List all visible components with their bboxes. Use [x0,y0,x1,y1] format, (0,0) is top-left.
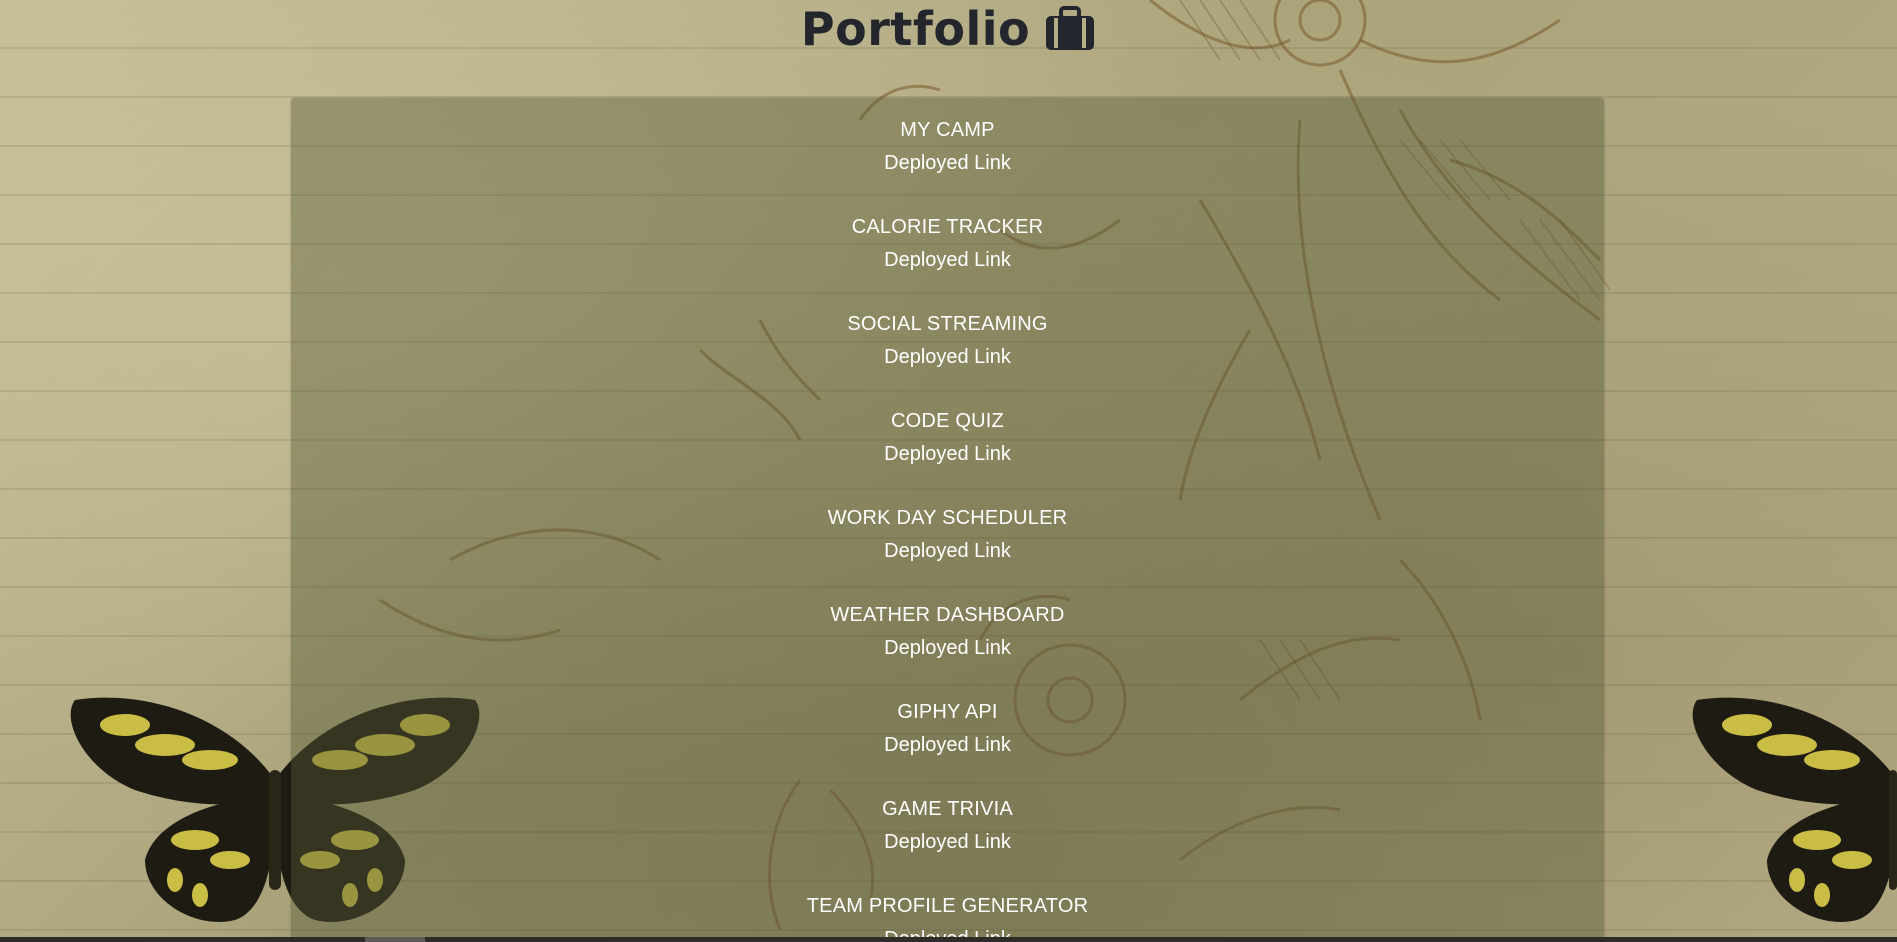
briefcase-icon [1046,6,1095,50]
project-title: CODE QUIZ [891,410,1004,432]
project-title: GAME TRIVIA [882,798,1013,820]
deployed-link[interactable]: Deployed Link [884,729,1011,762]
project-item: CODE QUIZ Deployed Link [291,405,1604,471]
deployed-link[interactable]: Deployed Link [884,535,1011,568]
scrollbar-thumb[interactable] [365,937,425,942]
page-title: Portfolio [801,2,1096,56]
project-item: WORK DAY SCHEDULER Deployed Link [291,502,1604,568]
deployed-link[interactable]: Deployed Link [884,244,1011,277]
deployed-link[interactable]: Deployed Link [884,147,1011,180]
project-item: SOCIAL STREAMING Deployed Link [291,308,1604,374]
project-item: GAME TRIVIA Deployed Link [291,793,1604,859]
project-item: TEAM PROFILE GENERATOR Deployed Link [291,890,1604,942]
project-item: MY CAMP Deployed Link [291,114,1604,180]
butterfly-right-image [1692,697,1897,922]
project-title: WEATHER DASHBOARD [830,604,1065,626]
project-title: WORK DAY SCHEDULER [827,507,1068,529]
project-title: GIPHY API [897,701,998,723]
page-title-text: Portfolio [800,2,1031,56]
project-title: CALORIE TRACKER [851,216,1044,238]
deployed-link[interactable]: Deployed Link [884,826,1011,859]
page-header: Portfolio [0,0,1897,64]
projects-panel: MY CAMP Deployed Link CALORIE TRACKER De… [291,98,1604,942]
project-title: MY CAMP [900,119,995,141]
project-title: SOCIAL STREAMING [847,313,1048,335]
project-item: WEATHER DASHBOARD Deployed Link [291,599,1604,665]
project-title: TEAM PROFILE GENERATOR [806,895,1089,917]
horizontal-scrollbar[interactable] [0,937,1897,942]
project-item: GIPHY API Deployed Link [291,696,1604,762]
deployed-link[interactable]: Deployed Link [884,632,1011,665]
project-item: CALORIE TRACKER Deployed Link [291,211,1604,277]
deployed-link[interactable]: Deployed Link [884,341,1011,374]
deployed-link[interactable]: Deployed Link [884,438,1011,471]
